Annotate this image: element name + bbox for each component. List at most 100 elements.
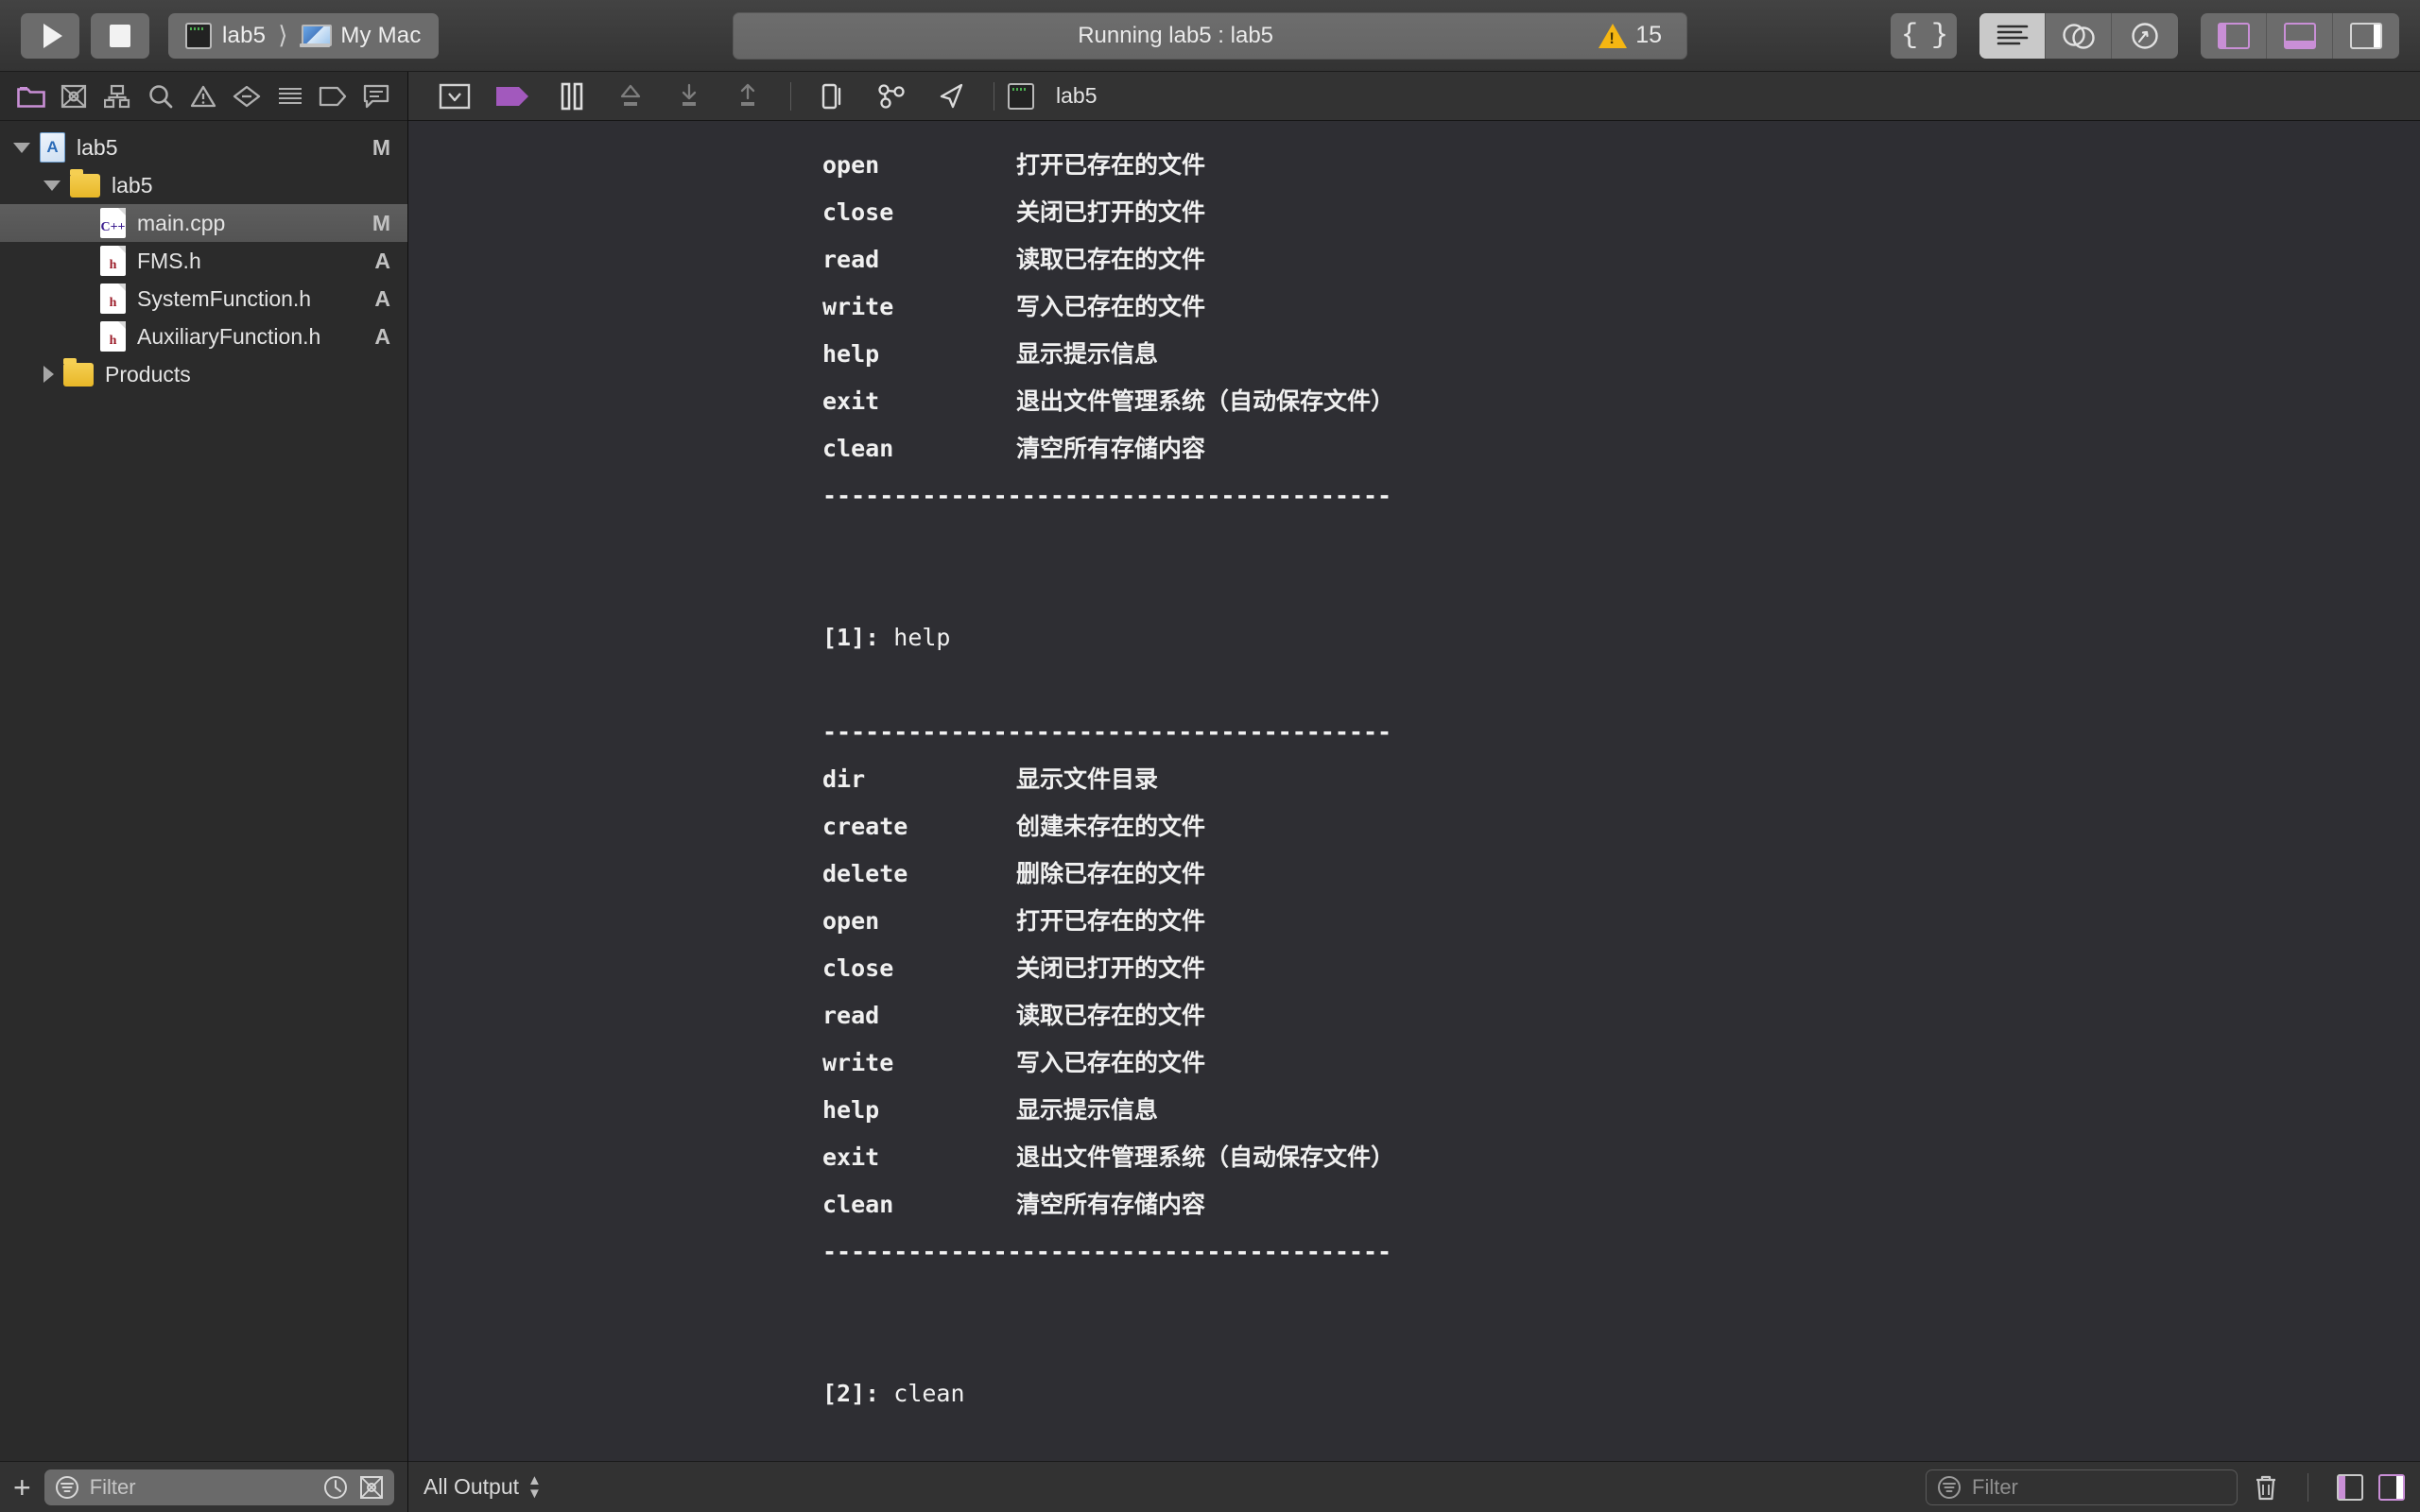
folder-icon xyxy=(17,86,45,108)
debug-area: lab5 open 打开已存在的文件 close 关闭已打开的文件 read 读取已存在的… xyxy=(408,72,2420,1512)
console-output[interactable]: open 打开已存在的文件 close 关闭已打开的文件 read 读取已存在的文件 wri… xyxy=(408,121,2420,1461)
bottom-panel-icon xyxy=(2283,22,2316,49)
memory-graph-button[interactable] xyxy=(863,77,922,115)
console-filter-field[interactable]: Filter xyxy=(1926,1469,2238,1505)
console-filter-icon xyxy=(1936,1474,1962,1501)
source-control-filter-icon[interactable] xyxy=(358,1474,385,1501)
debug-process-label: lab5 xyxy=(1056,83,1098,108)
tree-row-label: lab5 xyxy=(77,134,118,160)
output-scope-popup[interactable]: All Output ▲ ▼ xyxy=(424,1471,542,1502)
console-command-name: write xyxy=(822,293,894,320)
navigator-filter-field[interactable]: Filter xyxy=(43,1469,394,1505)
stop-button[interactable] xyxy=(91,12,149,59)
toggle-debug-area-button[interactable] xyxy=(2267,12,2333,59)
tree-row-label: main.cpp xyxy=(137,210,226,235)
scm-status-badge: M xyxy=(372,210,390,235)
breakpoint-navigator-tab[interactable] xyxy=(317,80,349,112)
toggle-console-right-button[interactable] xyxy=(2378,1473,2405,1501)
project-file-tree[interactable]: lab5 Mlab5 C++ main.cpp Mh FMS.h Ah SystemFunct… xyxy=(0,121,407,1461)
pause-icon xyxy=(561,82,583,110)
pause-button[interactable] xyxy=(543,77,601,115)
step-into-button[interactable] xyxy=(660,77,718,115)
console-command-desc: 显示提示信息 xyxy=(1016,340,1159,368)
toggle-console-left-button[interactable] xyxy=(2337,1473,2363,1501)
toggle-inspector-button[interactable] xyxy=(2333,13,2399,59)
activate-breakpoints-button[interactable] xyxy=(484,77,543,115)
console-separator-line: ---------------------------------------- xyxy=(822,1238,1392,1265)
hierarchy-navigator-tab[interactable] xyxy=(101,80,133,112)
console-command-name: close xyxy=(822,954,894,982)
hide-debug-area-icon xyxy=(439,83,471,109)
console-pane-icon xyxy=(2378,1473,2405,1501)
step-over-button[interactable] xyxy=(601,77,660,115)
find-navigator-tab[interactable] xyxy=(145,80,177,112)
file-extension-glyph: h xyxy=(109,296,117,310)
debug-toolbar: lab5 xyxy=(408,72,2420,121)
activity-status-bar[interactable]: Running lab5 : lab5 15 xyxy=(733,11,1687,60)
tree-row-fms-h[interactable]: h FMS.h A xyxy=(0,242,407,280)
clear-console-button[interactable] xyxy=(2253,1474,2279,1501)
console-command-line: read 读取已存在的文件 xyxy=(408,236,2420,284)
test-navigator-tab[interactable] xyxy=(231,80,263,112)
versions-editor-button[interactable] xyxy=(2112,13,2178,59)
location-arrow-icon xyxy=(940,83,963,108)
console-command-name: help xyxy=(822,1096,880,1124)
console-command-desc: 清空所有存储内容 xyxy=(1016,1191,1206,1218)
project-navigator-tab[interactable] xyxy=(15,80,47,112)
console-command-name: dir xyxy=(822,765,866,793)
issue-navigator-tab[interactable] xyxy=(187,80,219,112)
chevron-right-icon: ⟩ xyxy=(278,21,288,49)
tree-row-systemfunction-h[interactable]: h SystemFunction.h A xyxy=(0,280,407,318)
console-command-desc: 关闭已打开的文件 xyxy=(1016,198,1206,226)
tree-row-label: SystemFunction.h xyxy=(137,285,312,311)
console-command-name: write xyxy=(822,1049,894,1076)
folder-icon xyxy=(70,168,100,198)
console-command-name: open xyxy=(822,151,880,179)
warning-badge[interactable]: 15 xyxy=(1599,22,1668,49)
tree-row-lab5[interactable]: lab5 M xyxy=(0,129,407,166)
debug-toolbar-separator-1 xyxy=(790,81,791,111)
warning-triangle-icon xyxy=(1599,23,1628,48)
disclosure-triangle-icon[interactable] xyxy=(43,180,60,191)
step-out-button[interactable] xyxy=(718,77,777,115)
tree-row-lab5[interactable]: lab5 xyxy=(0,166,407,204)
disclosure-triangle-icon[interactable] xyxy=(43,366,54,383)
library-button[interactable]: { } xyxy=(1891,12,1957,59)
add-item-button[interactable]: + xyxy=(13,1472,31,1503)
tree-row-auxiliaryfunction-h[interactable]: h AuxiliaryFunction.h A xyxy=(0,318,407,355)
console-command-desc: 创建未存在的文件 xyxy=(1016,813,1206,840)
diamond-minus-icon xyxy=(233,85,261,107)
venn-circles-icon xyxy=(2062,23,2095,49)
assistant-editor-button[interactable] xyxy=(2046,12,2112,59)
console-command-line: create 创建未存在的文件 xyxy=(408,803,2420,850)
toggle-navigator-button[interactable] xyxy=(2201,12,2267,59)
chevron-updown-icon: ▲ ▼ xyxy=(527,1471,542,1502)
view-debugging-button[interactable] xyxy=(804,77,863,115)
debug-process-item[interactable]: lab5 xyxy=(1008,82,1098,110)
console-command-name: read xyxy=(822,1002,880,1029)
standard-editor-button[interactable] xyxy=(1979,12,2046,59)
debug-navigator-tab[interactable] xyxy=(274,80,306,112)
tree-row-main-cpp[interactable]: C++ main.cpp M xyxy=(0,204,407,242)
console-command-name: exit xyxy=(822,387,880,415)
console-command-desc: 打开已存在的文件 xyxy=(1016,151,1206,179)
folder-icon xyxy=(63,357,94,387)
project-icon xyxy=(40,132,65,163)
tree-row-products[interactable]: Products xyxy=(0,355,407,393)
console-command-line: open 打开已存在的文件 xyxy=(408,898,2420,945)
hide-debug-area-button[interactable] xyxy=(425,77,484,115)
process-terminal-icon xyxy=(1008,82,1034,110)
report-navigator-tab[interactable] xyxy=(360,80,392,112)
simulate-location-button[interactable] xyxy=(922,77,980,115)
run-button[interactable] xyxy=(21,12,79,59)
right-panel-icon xyxy=(2350,22,2382,49)
disclosure-triangle-icon[interactable] xyxy=(13,142,30,153)
source-control-navigator-tab[interactable] xyxy=(58,80,90,112)
recent-files-icon[interactable] xyxy=(322,1474,349,1501)
scheme-selector[interactable]: lab5 ⟩ My Mac xyxy=(168,12,439,59)
stop-icon xyxy=(110,24,130,47)
view-debugging-icon xyxy=(821,83,841,109)
console-command-line: open 打开已存在的文件 xyxy=(408,142,2420,189)
